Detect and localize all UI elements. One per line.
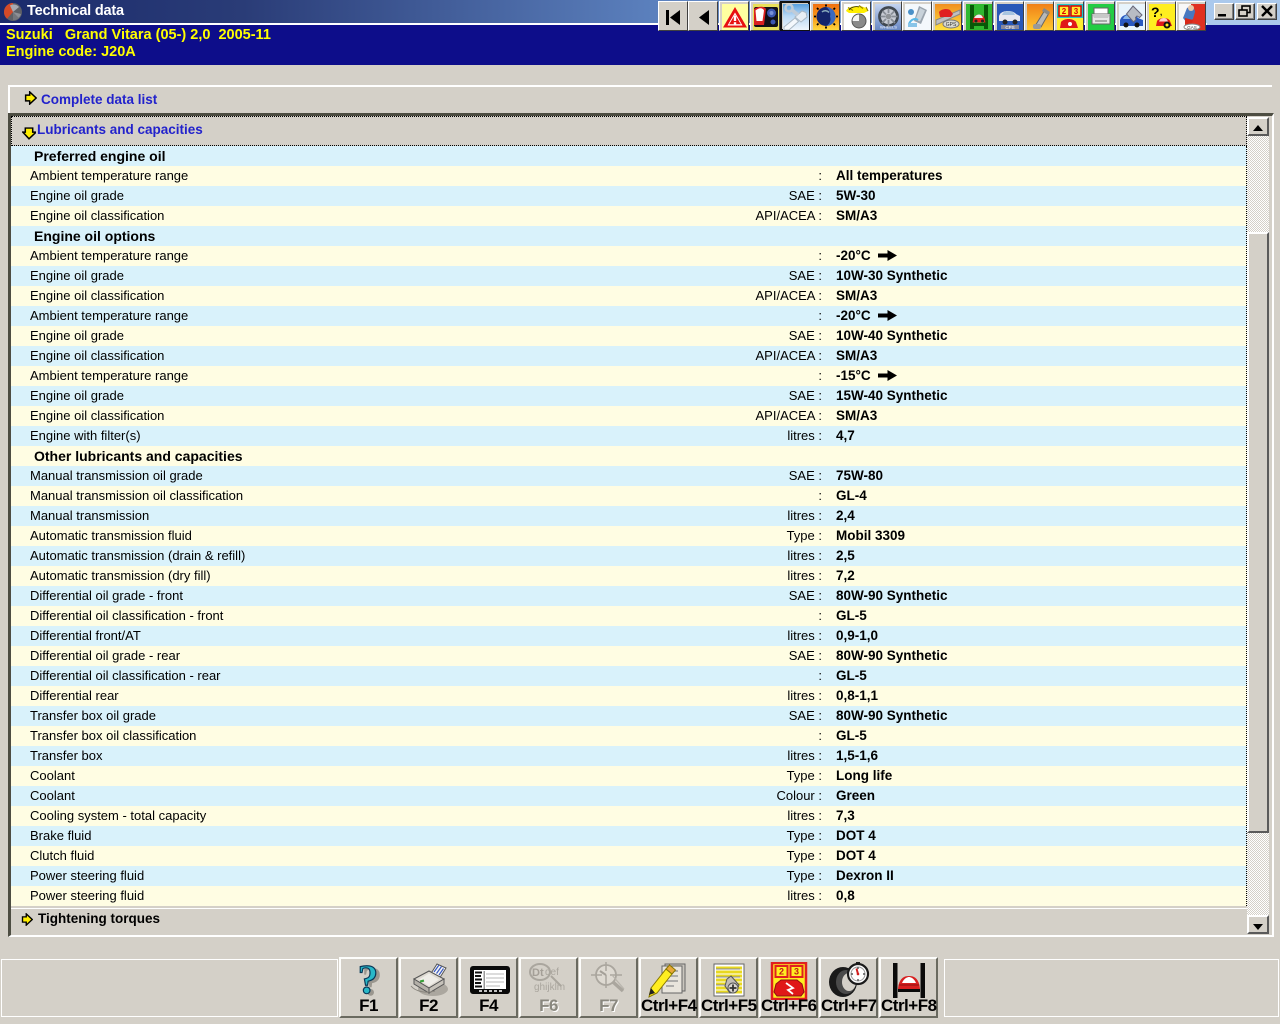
svg-text:3: 3 (1074, 7, 1079, 16)
svg-text:2: 2 (1062, 7, 1067, 16)
svg-text:,: , (1160, 8, 1162, 17)
svg-text:?: ? (357, 962, 378, 1000)
svg-text:3: 3 (793, 967, 798, 977)
svg-text:?: ? (1151, 4, 1160, 20)
svg-text:WHEELS: WHEELS (880, 25, 897, 30)
svg-text:Dt: Dt (532, 967, 544, 979)
svg-text:2: 2 (778, 967, 783, 977)
svg-text:CPS: CPS (1005, 25, 1014, 30)
svg-text:GAS: GAS (1187, 25, 1197, 30)
svg-text:ghijklm: ghijklm (534, 982, 565, 993)
svg-text:GPS: GPS (946, 22, 957, 28)
